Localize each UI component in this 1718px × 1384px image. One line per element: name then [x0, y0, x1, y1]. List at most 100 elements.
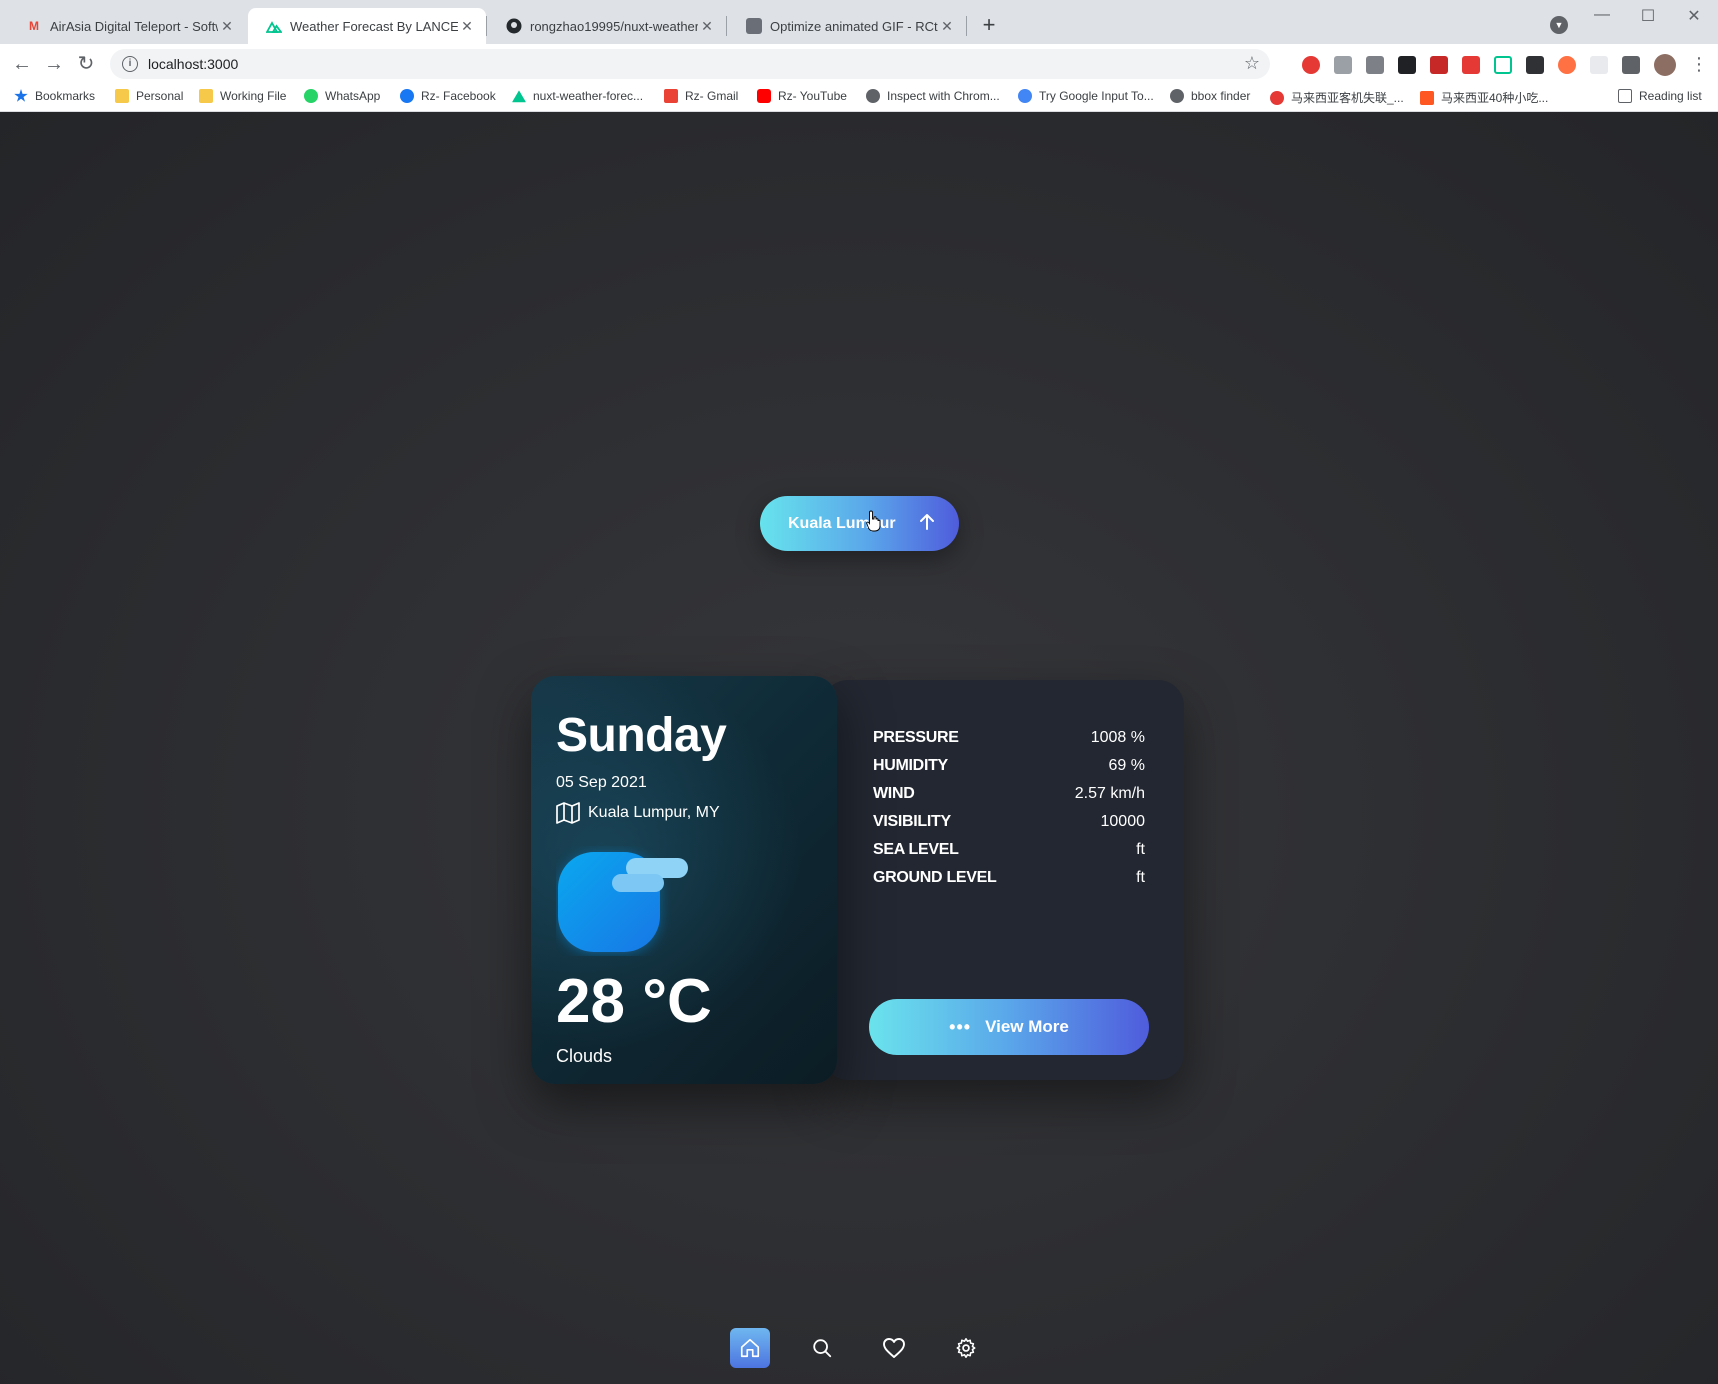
- stat-row-ground-level: GROUND LEVEL ft: [873, 864, 1145, 892]
- screenshot-extension-icon[interactable]: [1334, 56, 1352, 74]
- reading-list-button[interactable]: Reading list: [1618, 89, 1702, 103]
- bookmark-item[interactable]: Inspect with Chrom...: [866, 89, 1000, 103]
- weather-app: Kuala Lumpur Sunday 05 Sep 2021 Kuala Lu…: [0, 112, 1718, 1384]
- bookmark-item[interactable]: WhatsApp: [304, 89, 380, 103]
- extension-icon[interactable]: [1590, 56, 1608, 74]
- close-icon[interactable]: ✕: [938, 18, 956, 35]
- bookmark-folder[interactable]: Working File: [199, 89, 286, 103]
- stat-value: 2.57 km/h: [1074, 785, 1145, 802]
- stat-label: GROUND LEVEL: [873, 869, 997, 886]
- stat-label: PRESSURE: [873, 729, 959, 746]
- whatsapp-icon: [304, 89, 318, 103]
- extension-icon[interactable]: [1462, 56, 1480, 74]
- bookmark-item[interactable]: 马来西亚客机失联_...: [1270, 89, 1404, 106]
- browser-tab-active[interactable]: Weather Forecast By LANCE | Ho ✕: [248, 8, 486, 44]
- adblock-extension-icon[interactable]: [1302, 56, 1320, 74]
- bookmarks-bar: Bookmarks Personal Working File WhatsApp…: [0, 84, 1718, 112]
- stat-label: WIND: [873, 785, 915, 802]
- close-icon[interactable]: ✕: [218, 18, 236, 35]
- browser-tab[interactable]: M AirAsia Digital Teleport - Softwar ✕: [8, 8, 246, 44]
- maximize-icon[interactable]: ☐: [1628, 6, 1668, 26]
- address-bar[interactable]: i localhost:3000 ☆: [110, 49, 1270, 79]
- browser-toolbar: ← → ↻ i localhost:3000 ☆ ⋮: [0, 44, 1718, 84]
- nav-settings[interactable]: [946, 1328, 986, 1368]
- bookmark-item[interactable]: Rz- Gmail: [664, 89, 738, 103]
- bookmark-item[interactable]: Bookmarks: [14, 89, 95, 103]
- extension-icon[interactable]: [1398, 56, 1416, 74]
- url-text: localhost:3000: [148, 56, 239, 72]
- nuxt-icon: [266, 18, 282, 34]
- puzzle-extensions-icon[interactable]: [1622, 56, 1640, 74]
- star-icon: [14, 89, 28, 102]
- avatar[interactable]: [1654, 54, 1676, 76]
- ublock-extension-icon[interactable]: [1430, 56, 1448, 74]
- stat-label: VISIBILITY: [873, 813, 951, 830]
- bookmark-item[interactable]: bbox finder: [1170, 89, 1250, 103]
- extension-icon[interactable]: [1526, 56, 1544, 74]
- minimize-icon[interactable]: —: [1582, 6, 1622, 24]
- youtube-icon: [757, 89, 771, 103]
- close-icon[interactable]: ✕: [698, 18, 716, 35]
- github-icon: [506, 18, 522, 34]
- location: Kuala Lumpur, MY: [556, 802, 720, 824]
- tab-search-icon[interactable]: ▼: [1550, 16, 1568, 34]
- globe-icon: [1170, 89, 1184, 103]
- weather-stats: PRESSURE 1008 % HUMIDITY 69 % WIND 2.57 …: [873, 724, 1145, 892]
- location-text: Kuala Lumpur, MY: [588, 804, 720, 821]
- heart-icon: [883, 1338, 905, 1358]
- stat-row-visibility: VISIBILITY 10000: [873, 808, 1145, 836]
- bookmark-item[interactable]: nuxt-weather-forec...: [512, 89, 643, 103]
- bookmark-star-icon[interactable]: ☆: [1244, 53, 1260, 74]
- temperature: 28 °C: [556, 967, 712, 1036]
- search-icon: [813, 1339, 832, 1358]
- bookmark-folder[interactable]: Personal: [115, 89, 183, 103]
- chart-icon: [1420, 90, 1434, 105]
- forward-icon[interactable]: →: [40, 50, 68, 78]
- nav-home[interactable]: [730, 1328, 770, 1368]
- view-more-button[interactable]: ••• View More: [869, 999, 1149, 1055]
- new-tab-button[interactable]: +: [975, 12, 1003, 40]
- gmail-icon: M: [29, 19, 39, 33]
- extension-icon[interactable]: [1366, 56, 1384, 74]
- bookmark-item[interactable]: Try Google Input To...: [1018, 89, 1154, 103]
- browser-tab[interactable]: Optimize animated GIF - RCt9An ✕: [728, 8, 966, 44]
- tab-divider: [966, 16, 967, 36]
- extension-icon[interactable]: [1558, 56, 1576, 74]
- clouds-icon: [558, 852, 688, 954]
- weather-description: Clouds: [556, 1046, 613, 1066]
- nav-search[interactable]: [802, 1328, 842, 1368]
- stat-value: ft: [1136, 841, 1145, 858]
- tab-label: rongzhao19995/nuxt-weather-fo: [530, 18, 698, 34]
- bookmark-item[interactable]: 马来西亚40种小吃...: [1420, 89, 1548, 106]
- bookmark-item[interactable]: Rz- Facebook: [400, 89, 496, 103]
- tab-label: AirAsia Digital Teleport - Softwar: [50, 18, 218, 34]
- globe-icon: [866, 89, 880, 103]
- close-icon[interactable]: ✕: [458, 18, 476, 35]
- stat-value: 10000: [1100, 813, 1146, 830]
- stat-value: ft: [1136, 869, 1145, 886]
- stat-row-sea-level: SEA LEVEL ft: [873, 836, 1145, 864]
- nuxt-icon: [512, 90, 526, 103]
- vue-devtools-icon[interactable]: [1494, 56, 1512, 74]
- gmail-icon: [664, 89, 678, 103]
- bottom-nav: [730, 1328, 990, 1370]
- gear-icon: [956, 1338, 976, 1358]
- city-select-button[interactable]: Kuala Lumpur: [760, 496, 959, 551]
- back-icon[interactable]: ←: [8, 50, 36, 78]
- nav-favorites[interactable]: [874, 1328, 914, 1368]
- window-close-icon[interactable]: ✕: [1674, 6, 1714, 26]
- browser-tab[interactable]: rongzhao19995/nuxt-weather-fo ✕: [488, 8, 726, 44]
- map-icon: [556, 802, 580, 824]
- site-info-icon[interactable]: i: [122, 56, 138, 72]
- bookmark-item[interactable]: Rz- YouTube: [757, 89, 847, 103]
- stat-row-wind: WIND 2.57 km/h: [873, 780, 1145, 808]
- reload-icon[interactable]: ↻: [72, 50, 100, 78]
- stat-value: 69 %: [1108, 757, 1145, 774]
- stat-row-pressure: PRESSURE 1008 %: [873, 724, 1145, 752]
- tab-label: Weather Forecast By LANCE | Ho: [290, 18, 458, 34]
- day-name: Sunday: [556, 709, 727, 762]
- reading-list-icon: [1618, 89, 1632, 103]
- date-text: 05 Sep 2021: [556, 774, 647, 791]
- facebook-icon: [400, 89, 414, 103]
- kebab-menu-icon[interactable]: ⋮: [1690, 54, 1708, 75]
